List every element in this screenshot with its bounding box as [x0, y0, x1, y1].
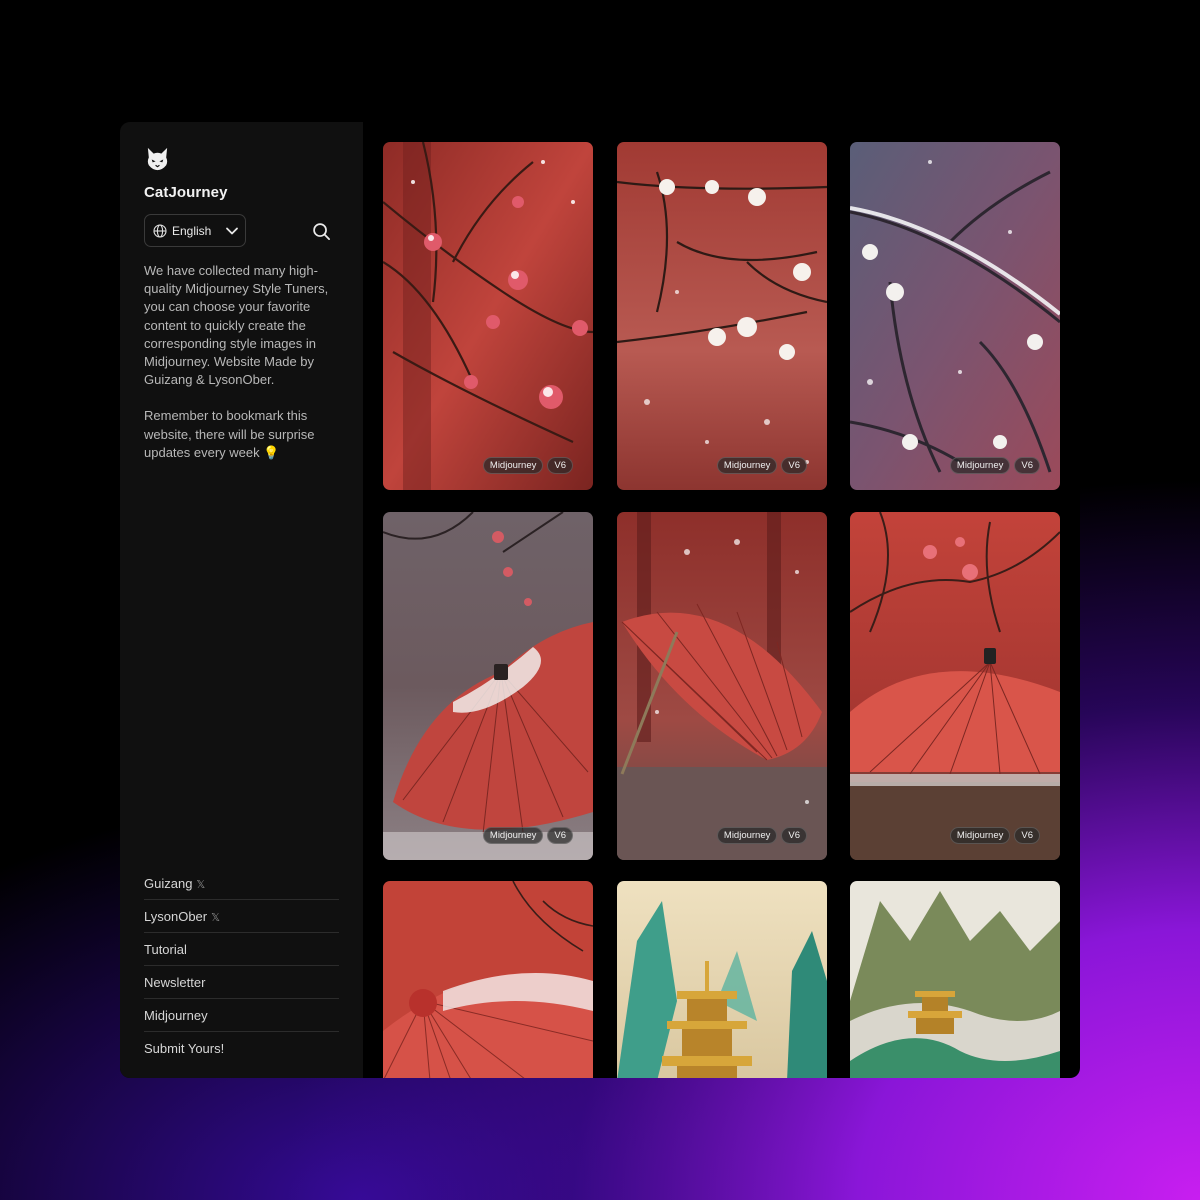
gallery-card[interactable]: Midjourney V6 [850, 142, 1060, 490]
image-plum-blossom-red [383, 142, 593, 490]
gallery-card[interactable]: Midjourney V6 [617, 142, 827, 490]
image-red-umbrella-closeup [383, 881, 593, 1078]
footer-link-label: Guizang [144, 876, 193, 891]
footer-link-label: LysonOber [144, 909, 208, 924]
footer-link-guizang[interactable]: Guizang 𝕏 [144, 867, 339, 900]
image-snowy-branch [850, 142, 1060, 490]
version-badge: V6 [547, 827, 573, 844]
image-red-umbrella-ground [617, 512, 827, 860]
version-badge: V6 [781, 827, 807, 844]
sidebar: CatJourney English We have collected man… [120, 122, 363, 1078]
model-tags: Midjourney V6 [949, 457, 1040, 474]
image-red-umbrella-branch [850, 512, 1060, 860]
footer-links: Guizang 𝕏 LysonOber 𝕏 Tutorial Newsletter … [144, 867, 339, 1064]
language-selector[interactable]: English [144, 214, 246, 247]
version-badge: V6 [781, 457, 807, 474]
image-plum-blossom-white [617, 142, 827, 490]
x-icon: 𝕏 [196, 879, 206, 891]
footer-link-newsletter[interactable]: Newsletter [144, 966, 339, 999]
model-badge: Midjourney [716, 457, 778, 474]
footer-link-submit[interactable]: Submit Yours! [144, 1032, 339, 1064]
footer-link-label: Submit Yours! [144, 1041, 225, 1056]
model-tags: Midjourney V6 [482, 827, 573, 844]
model-badge: Midjourney [482, 827, 544, 844]
image-golden-pagoda [617, 881, 827, 1078]
footer-link-label: Newsletter [144, 975, 206, 990]
image-golden-temple [850, 881, 1060, 1078]
gallery-card[interactable] [617, 881, 827, 1078]
model-tags: Midjourney V6 [716, 827, 807, 844]
model-tags: Midjourney V6 [949, 827, 1040, 844]
footer-link-midjourney[interactable]: Midjourney [144, 999, 339, 1032]
language-label: English [172, 224, 212, 238]
gallery-card[interactable]: Midjourney V6 [383, 142, 593, 490]
description-paragraph: We have collected many high-quality Midj… [144, 263, 329, 388]
site-description: We have collected many high-quality Midj… [144, 262, 344, 480]
model-badge: Midjourney [949, 457, 1011, 474]
footer-link-lysonober[interactable]: LysonOber 𝕏 [144, 900, 339, 933]
model-badge: Midjourney [949, 827, 1011, 844]
gallery-card[interactable]: Midjourney V6 [617, 512, 827, 860]
model-badge: Midjourney [716, 827, 778, 844]
version-badge: V6 [1014, 457, 1040, 474]
model-tags: Midjourney V6 [482, 457, 573, 474]
x-icon: 𝕏 [211, 912, 220, 924]
search-icon[interactable] [312, 222, 331, 241]
gallery-card[interactable] [383, 881, 593, 1078]
gallery-card[interactable]: Midjourney V6 [383, 512, 593, 860]
app-window: CatJourney English We have collected man… [120, 122, 1080, 1078]
gallery-card[interactable] [850, 881, 1060, 1078]
model-badge: Midjourney [482, 457, 544, 474]
gallery-card[interactable]: Midjourney V6 [850, 512, 1060, 860]
footer-link-label: Tutorial [144, 942, 187, 957]
globe-icon [153, 224, 167, 238]
model-tags: Midjourney V6 [716, 457, 807, 474]
brand-name[interactable]: CatJourney [144, 184, 228, 201]
version-badge: V6 [1014, 827, 1040, 844]
chevron-down-icon [226, 227, 238, 235]
image-red-umbrella-snow [383, 512, 593, 860]
description-paragraph: Remember to bookmark this website, there… [144, 408, 315, 460]
cat-head-icon[interactable] [144, 145, 171, 172]
footer-link-tutorial[interactable]: Tutorial [144, 933, 339, 966]
footer-link-label: Midjourney [144, 1008, 208, 1023]
version-badge: V6 [547, 457, 573, 474]
